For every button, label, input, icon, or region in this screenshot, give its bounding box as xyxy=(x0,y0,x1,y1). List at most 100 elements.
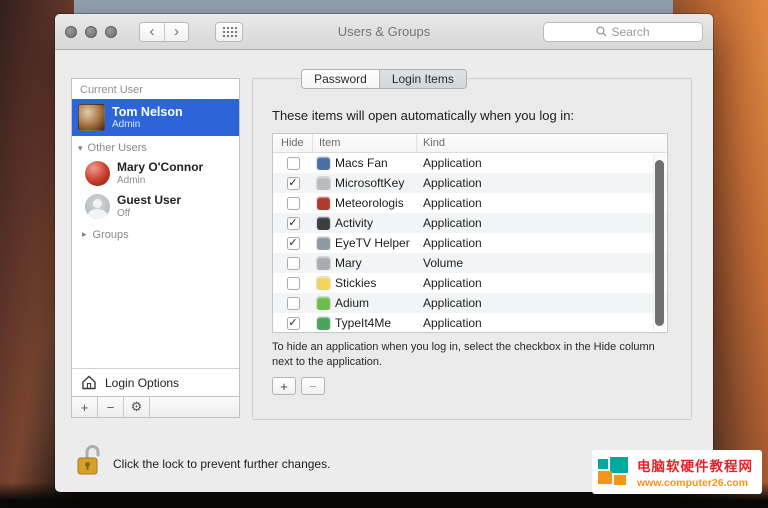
hide-checkbox[interactable] xyxy=(287,197,300,210)
show-all-grid-icon xyxy=(222,26,237,37)
add-user-button[interactable]: + xyxy=(72,397,98,417)
login-item-name: MicrosoftKey xyxy=(335,176,404,190)
eyetv-helper-icon xyxy=(317,237,330,250)
watermark-badge: 电脑软硬件教程网 www.computer26.com xyxy=(592,450,762,494)
login-options-label: Login Options xyxy=(105,376,179,390)
search-field[interactable]: Search xyxy=(543,22,703,42)
guest-avatar xyxy=(85,194,110,219)
user-list-sidebar: Current User Tom Nelson Admin ▾ Other Us… xyxy=(71,78,240,397)
current-user-role: Admin xyxy=(112,119,183,131)
hide-checkbox[interactable]: ✓ xyxy=(287,177,300,190)
hide-checkbox[interactable] xyxy=(287,277,300,290)
login-item-row[interactable]: Mary Volume xyxy=(273,253,667,273)
tab-password[interactable]: Password xyxy=(302,70,379,88)
login-options-item[interactable]: Login Options xyxy=(72,368,239,396)
column-header-kind[interactable]: Kind xyxy=(417,134,667,152)
hide-checkbox[interactable] xyxy=(287,257,300,270)
other-users-disclosure[interactable]: ▾ Other Users xyxy=(72,136,239,157)
login-items-table-body: Macs Fan Application ✓ MicrosoftKey Appl… xyxy=(273,153,667,333)
login-items-intro-text: These items will open automatically when… xyxy=(272,108,682,123)
scrollbar-track[interactable] xyxy=(653,154,666,331)
typeit4me-icon xyxy=(317,317,330,330)
window-controls xyxy=(65,26,117,38)
hide-checkbox[interactable]: ✓ xyxy=(287,317,300,330)
login-item-kind: Application xyxy=(417,216,667,230)
user-actions-gear-button[interactable]: ⚙ xyxy=(124,397,150,417)
guest-role: Off xyxy=(117,208,181,220)
login-item-row[interactable]: Meteorologis Application xyxy=(273,193,667,213)
lock-hint-text: Click the lock to prevent further change… xyxy=(113,457,330,471)
login-item-name: Stickies xyxy=(335,276,376,290)
activity-icon xyxy=(317,217,330,230)
login-item-kind: Application xyxy=(417,176,667,190)
search-placeholder: Search xyxy=(611,25,649,39)
login-item-row[interactable]: ✓ EyeTV Helper Application xyxy=(273,233,667,253)
login-item-kind: Application xyxy=(417,236,667,250)
login-item-row[interactable]: Macs Fan Application xyxy=(273,153,667,173)
column-header-hide[interactable]: Hide xyxy=(273,134,313,152)
login-item-kind: Volume xyxy=(417,256,667,270)
mary-avatar xyxy=(85,161,110,186)
show-all-button[interactable] xyxy=(215,22,243,42)
login-item-row[interactable]: ✓ MicrosoftKey Application xyxy=(273,173,667,193)
window-title: Users & Groups xyxy=(338,24,430,39)
hide-checkbox[interactable]: ✓ xyxy=(287,217,300,230)
login-item-name: Adium xyxy=(335,296,369,310)
mary-name: Mary O'Connor xyxy=(117,161,203,175)
login-item-row[interactable]: Stickies Application xyxy=(273,273,667,293)
login-item-add-remove: + − xyxy=(272,377,325,395)
nav-buttons: ‹ › xyxy=(139,22,189,42)
hide-checkbox[interactable] xyxy=(287,297,300,310)
lock-icon[interactable] xyxy=(75,443,105,477)
forward-button[interactable]: › xyxy=(164,23,188,41)
watermark-title: 电脑软硬件教程网 xyxy=(637,455,753,475)
login-items-table: Hide Item Kind Macs Fan Application ✓ Mi… xyxy=(272,133,668,333)
login-item-name: EyeTV Helper xyxy=(335,236,410,250)
other-users-label: Other Users xyxy=(88,142,147,154)
tab-login-items[interactable]: Login Items xyxy=(379,70,466,88)
hide-checkbox[interactable] xyxy=(287,157,300,170)
sidebar-item-mary-oconnor[interactable]: Mary O'Connor Admin xyxy=(72,157,239,190)
minimize-button[interactable] xyxy=(85,26,97,38)
macs-fan-icon xyxy=(317,157,330,170)
login-item-name: Macs Fan xyxy=(335,156,388,170)
home-icon xyxy=(81,375,97,390)
triangle-right-icon: ▸ xyxy=(82,229,87,240)
login-item-kind: Application xyxy=(417,156,667,170)
close-button[interactable] xyxy=(65,26,77,38)
sidebar-action-bar: + − ⚙ xyxy=(71,397,240,418)
tom-nelson-avatar xyxy=(78,104,105,131)
table-header: Hide Item Kind xyxy=(273,134,667,153)
login-item-row[interactable]: ✓ Activity Application xyxy=(273,213,667,233)
sidebar-item-tom-nelson[interactable]: Tom Nelson Admin xyxy=(72,99,239,136)
users-groups-window: ‹ › Users & Groups Search Current User T… xyxy=(55,14,713,492)
adium-icon xyxy=(317,297,330,310)
groups-disclosure[interactable]: ▸ Groups xyxy=(72,224,239,245)
tab-bar: Password Login Items xyxy=(55,69,713,89)
login-item-kind: Application xyxy=(417,316,667,330)
login-item-kind: Application xyxy=(417,196,667,210)
column-header-item[interactable]: Item xyxy=(313,134,417,152)
triangle-down-icon: ▾ xyxy=(78,143,83,154)
sidebar-item-guest-user[interactable]: Guest User Off xyxy=(72,190,239,223)
current-user-name: Tom Nelson xyxy=(112,105,183,119)
login-item-row[interactable]: ✓ TypeIt4Me Application xyxy=(273,313,667,333)
login-item-row[interactable]: Adium Application xyxy=(273,293,667,313)
watermark-url: www.computer26.com xyxy=(637,477,753,489)
watermark-logo-icon xyxy=(598,457,630,487)
login-item-name: Mary xyxy=(335,256,362,270)
zoom-button[interactable] xyxy=(105,26,117,38)
guest-name: Guest User xyxy=(117,194,181,208)
stickies-icon xyxy=(317,277,330,290)
remove-login-item-button[interactable]: − xyxy=(301,377,325,395)
hide-help-text: To hide an application when you log in, … xyxy=(272,340,674,370)
scrollbar-thumb[interactable] xyxy=(655,160,664,326)
login-item-kind: Application xyxy=(417,296,667,310)
volume-icon xyxy=(317,257,330,270)
groups-label: Groups xyxy=(93,229,129,241)
back-button[interactable]: ‹ xyxy=(140,23,164,41)
add-login-item-button[interactable]: + xyxy=(272,377,296,395)
window-titlebar: ‹ › Users & Groups Search xyxy=(55,14,713,50)
remove-user-button[interactable]: − xyxy=(98,397,124,417)
hide-checkbox[interactable]: ✓ xyxy=(287,237,300,250)
